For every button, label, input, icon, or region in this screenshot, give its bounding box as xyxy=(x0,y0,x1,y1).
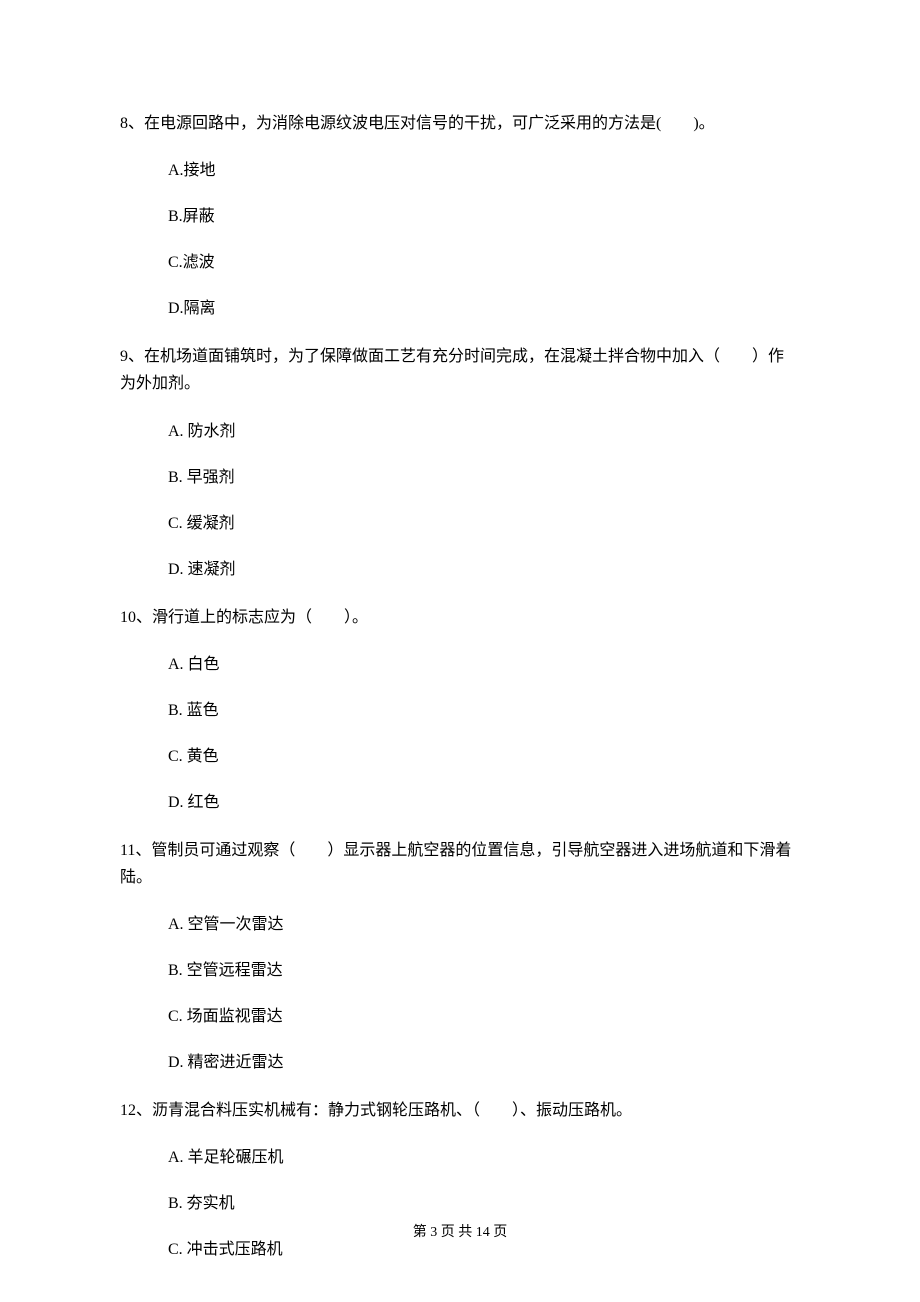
option-c: C. 场面监视雷达 xyxy=(168,1005,800,1029)
option-c: C. 缓凝剂 xyxy=(168,512,800,536)
options-list: A.接地 B.屏蔽 C.滤波 D.隔离 xyxy=(120,159,800,321)
option-c: C.滤波 xyxy=(168,251,800,275)
options-list: A. 空管一次雷达 B. 空管远程雷达 C. 场面监视雷达 D. 精密进近雷达 xyxy=(120,913,800,1075)
page-content: 8、在电源回路中，为消除电源纹波电压对信号的干扰，可广泛采用的方法是( )。 A… xyxy=(0,0,920,1262)
option-b: B. 夯实机 xyxy=(168,1192,800,1216)
option-a: A. 白色 xyxy=(168,653,800,677)
question-body: 在电源回路中，为消除电源纹波电压对信号的干扰，可广泛采用的方法是( )。 xyxy=(144,115,715,132)
option-d: D. 精密进近雷达 xyxy=(168,1051,800,1075)
question-text: 9、在机场道面铺筑时，为了保障做面工艺有充分时间完成，在混凝土拌合物中加入（ ）… xyxy=(120,343,800,397)
question-9: 9、在机场道面铺筑时，为了保障做面工艺有充分时间完成，在混凝土拌合物中加入（ ）… xyxy=(120,343,800,581)
options-list: A. 白色 B. 蓝色 C. 黄色 D. 红色 xyxy=(120,653,800,815)
question-text: 11、管制员可通过观察（ ）显示器上航空器的位置信息，引导航空器进入进场航道和下… xyxy=(120,837,800,891)
option-b: B. 空管远程雷达 xyxy=(168,959,800,983)
question-body: 滑行道上的标志应为（ ）。 xyxy=(152,609,368,626)
options-list: A. 羊足轮碾压机 B. 夯实机 C. 冲击式压路机 xyxy=(120,1146,800,1262)
option-d: D.隔离 xyxy=(168,297,800,321)
question-text: 12、沥青混合料压实机械有：静力式钢轮压路机、（ ）、振动压路机。 xyxy=(120,1097,800,1124)
question-number: 12、 xyxy=(120,1102,152,1119)
question-text: 10、滑行道上的标志应为（ ）。 xyxy=(120,604,800,631)
question-body: 管制员可通过观察（ ）显示器上航空器的位置信息，引导航空器进入进场航道和下滑着陆… xyxy=(120,842,791,886)
question-10: 10、滑行道上的标志应为（ ）。 A. 白色 B. 蓝色 C. 黄色 D. 红色 xyxy=(120,604,800,815)
options-list: A. 防水剂 B. 早强剂 C. 缓凝剂 D. 速凝剂 xyxy=(120,420,800,582)
question-body: 沥青混合料压实机械有：静力式钢轮压路机、（ ）、振动压路机。 xyxy=(152,1102,632,1119)
option-c: C. 黄色 xyxy=(168,745,800,769)
question-number: 8、 xyxy=(120,115,144,132)
page-footer: 第 3 页 共 14 页 xyxy=(0,1222,920,1243)
option-a: A. 防水剂 xyxy=(168,420,800,444)
option-d: D. 速凝剂 xyxy=(168,558,800,582)
option-b: B.屏蔽 xyxy=(168,205,800,229)
option-d: D. 红色 xyxy=(168,791,800,815)
question-text: 8、在电源回路中，为消除电源纹波电压对信号的干扰，可广泛采用的方法是( )。 xyxy=(120,110,800,137)
option-a: A. 空管一次雷达 xyxy=(168,913,800,937)
question-11: 11、管制员可通过观察（ ）显示器上航空器的位置信息，引导航空器进入进场航道和下… xyxy=(120,837,800,1075)
question-8: 8、在电源回路中，为消除电源纹波电压对信号的干扰，可广泛采用的方法是( )。 A… xyxy=(120,110,800,321)
question-body: 在机场道面铺筑时，为了保障做面工艺有充分时间完成，在混凝土拌合物中加入（ ）作为… xyxy=(120,348,784,392)
option-b: B. 早强剂 xyxy=(168,466,800,490)
option-b: B. 蓝色 xyxy=(168,699,800,723)
option-a: A. 羊足轮碾压机 xyxy=(168,1146,800,1170)
question-number: 10、 xyxy=(120,609,152,626)
question-number: 11、 xyxy=(120,842,151,859)
option-a: A.接地 xyxy=(168,159,800,183)
question-number: 9、 xyxy=(120,348,144,365)
